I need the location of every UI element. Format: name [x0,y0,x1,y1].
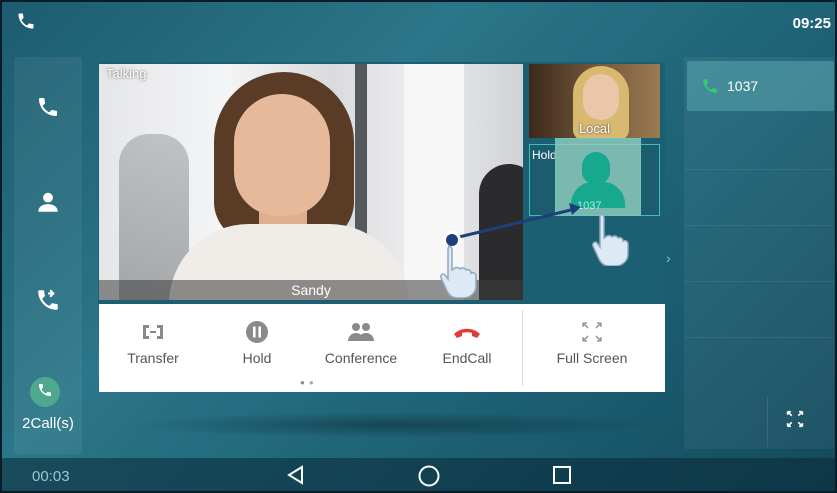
left-panel: 2Call(s) [14,57,82,454]
phone-icon [701,77,719,95]
phone-icon [16,11,36,36]
phone-icon [36,95,60,124]
recents-button[interactable] [551,464,573,491]
hold-button[interactable]: Hold [205,304,309,392]
hold-label: Hold [532,148,557,162]
expand-icon [786,410,804,432]
transfer-icon [139,320,167,344]
status-bar: 09:25 [2,2,835,44]
call-count[interactable]: 2Call(s) [14,415,82,432]
active-call-number: 1037 [727,78,759,94]
full-screen-icon [581,320,603,344]
conference-icon [346,320,376,344]
call-history-icon [35,287,61,318]
shadow [122,412,662,438]
divider [522,310,523,386]
home-button[interactable] [417,464,441,491]
phone-icon [37,382,53,403]
divider [767,397,768,447]
active-call-item[interactable]: 1037 [687,61,834,111]
call-history-button[interactable] [14,272,82,332]
call-list-row [684,337,834,389]
full-screen-button[interactable]: Full Screen [542,304,642,392]
avatar [582,152,610,184]
local-label: Local [578,121,611,136]
conference-button[interactable]: Conference [309,304,413,392]
active-call-indicator[interactable] [30,377,60,407]
phone-screen: 09:25 2Call(s) Talking Sandy Local Hold … [0,0,837,493]
call-status-label: Talking [106,66,147,81]
contacts-icon [35,189,61,220]
page-indicator: ●● [300,378,318,387]
contacts-button[interactable] [14,174,82,234]
call-list-row [684,169,834,221]
call-list-row [684,225,834,277]
hold-icon [245,320,269,344]
home-icon [417,465,441,491]
drag-arrow-icon [458,203,581,239]
hand-pointer-icon [440,245,477,298]
expand-button[interactable] [786,410,804,433]
end-call-icon [452,320,482,344]
back-button[interactable] [285,464,307,491]
call-duration: 00:03 [32,468,70,485]
call-list-row [684,281,834,333]
dial-button[interactable] [14,79,82,139]
remote-participant [234,94,330,216]
hand-pointer-icon [592,213,629,266]
call-action-bar: Transfer Hold Conference EndCall Full Sc… [99,304,665,392]
back-icon [285,465,307,490]
recents-icon [551,466,573,490]
clock: 09:25 [792,14,831,32]
chevron-right-icon[interactable]: › [666,250,671,266]
end-call-button[interactable]: EndCall [415,304,519,392]
right-panel: 1037 [684,57,834,449]
local-participant [583,74,619,120]
transfer-button[interactable]: Transfer [101,304,205,392]
